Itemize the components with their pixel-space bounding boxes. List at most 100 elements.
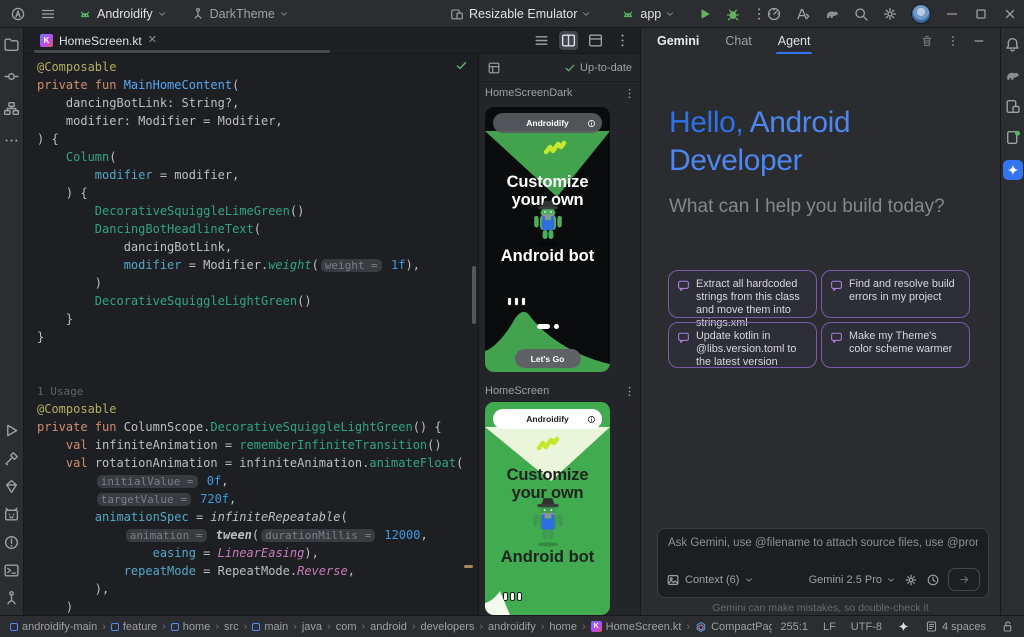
- more-horiz-icon[interactable]: [3, 132, 20, 149]
- logcat-icon[interactable]: [3, 506, 20, 523]
- line-separator-widget[interactable]: LF: [823, 621, 836, 633]
- project-selector[interactable]: Androidify: [74, 5, 171, 23]
- build-icon[interactable]: [3, 450, 20, 467]
- editor-menu-icon[interactable]: [613, 31, 632, 50]
- code-line: animation = tween(durationMillis = 12000…: [37, 526, 464, 544]
- context-chip[interactable]: Context (6): [666, 573, 754, 587]
- hide-panel-icon[interactable]: [972, 34, 986, 48]
- terminal-icon[interactable]: [3, 562, 20, 579]
- user-avatar[interactable]: [911, 4, 931, 24]
- breadcrumb-item[interactable]: src: [224, 621, 239, 633]
- breadcrumb-item[interactable]: main: [252, 621, 288, 633]
- breadcrumb-item[interactable]: com: [336, 621, 357, 633]
- code-line: @Composable: [37, 400, 464, 418]
- gemini-spark-icon[interactable]: [1003, 160, 1023, 180]
- device-selector[interactable]: Resizable Emulator: [446, 5, 595, 23]
- git-branch-icon: [191, 7, 205, 21]
- compose-preview-panel: Up-to-date HomeScreenDark Androidify Cus…: [478, 54, 640, 615]
- model-selector[interactable]: Gemini 2.5 Pro: [809, 574, 896, 586]
- info-icon: [587, 119, 596, 128]
- suggestion-card[interactable]: Update kotlin in @libs.version.toml to t…: [668, 322, 817, 368]
- squiggle-graphic: [535, 432, 561, 454]
- gemini-status-icon[interactable]: [897, 620, 910, 633]
- search-icon[interactable]: [853, 6, 869, 22]
- main-menu-icon[interactable]: [40, 6, 56, 22]
- window-maximize-button[interactable]: [973, 6, 989, 22]
- preview-phone-dark: Androidify Customize your own: [485, 107, 610, 372]
- inspections-ok-icon[interactable]: [455, 59, 468, 72]
- panel-menu-icon[interactable]: [946, 34, 960, 48]
- suggestion-grid: Extract all hardcoded strings from this …: [668, 270, 970, 368]
- preview-item-menu-icon[interactable]: [623, 385, 636, 398]
- debug-button[interactable]: [725, 6, 741, 22]
- device-manager-icon[interactable]: [1004, 98, 1021, 115]
- design-view-icon[interactable]: [586, 31, 605, 50]
- code-line: ) {: [37, 130, 464, 148]
- suggestion-card[interactable]: Make my Theme's color scheme warmer: [821, 322, 970, 368]
- breadcrumb-separator: ›: [244, 621, 248, 633]
- preview-item-header: HomeScreen: [485, 382, 636, 400]
- breadcrumb-item[interactable]: android: [370, 621, 407, 633]
- indent-widget[interactable]: 4 spaces: [925, 620, 986, 633]
- breadcrumb-item[interactable]: java: [302, 621, 322, 633]
- run-icon[interactable]: [3, 422, 20, 439]
- profiler-icon[interactable]: [766, 6, 782, 22]
- tab-chat[interactable]: Chat: [725, 28, 751, 54]
- run-config-selector[interactable]: app: [617, 5, 679, 23]
- more-actions-icon[interactable]: [751, 6, 767, 22]
- breadcrumb-item[interactable]: androidify-main: [10, 621, 97, 633]
- encoding-widget[interactable]: UTF-8: [851, 621, 882, 633]
- problems-icon[interactable]: [3, 534, 20, 551]
- project-icon[interactable]: [3, 36, 20, 53]
- left-sidebar-top: [3, 36, 20, 149]
- breadcrumb-item[interactable]: developers: [421, 621, 475, 633]
- preview-item-label[interactable]: HomeScreenDark: [485, 87, 572, 99]
- run-button[interactable]: [697, 6, 713, 22]
- window-minimize-button[interactable]: [944, 6, 960, 22]
- preview-status-label: Up-to-date: [580, 62, 632, 74]
- gradle-icon[interactable]: [1004, 67, 1021, 84]
- lock-icon[interactable]: [1001, 620, 1014, 633]
- gemini-prompt-input[interactable]: [658, 529, 988, 557]
- gemini-input-box[interactable]: Context (6) Gemini 2.5 Pro: [657, 528, 989, 598]
- code-line: [37, 364, 464, 382]
- editor-scrollbar[interactable]: [472, 266, 476, 324]
- apply-changes-icon[interactable]: [795, 6, 811, 22]
- breadcrumb-item[interactable]: androidify: [488, 621, 536, 633]
- split-view-icon[interactable]: [559, 31, 578, 50]
- code-editor[interactable]: @Composableprivate fun MainHomeContent( …: [24, 54, 478, 615]
- breadcrumb-item[interactable]: home: [171, 621, 211, 633]
- breadcrumb-item[interactable]: KHomeScreen.kt: [591, 621, 682, 633]
- running-devices-icon[interactable]: [1004, 129, 1021, 146]
- clear-chat-icon[interactable]: [920, 34, 934, 48]
- send-button[interactable]: [948, 568, 980, 591]
- gradle-sync-icon[interactable]: [824, 6, 840, 22]
- suggestion-card[interactable]: Find and resolve build errors in my proj…: [821, 270, 970, 318]
- tab-scrollbar[interactable]: [34, 50, 330, 53]
- code-area[interactable]: @Composableprivate fun MainHomeContent( …: [37, 58, 464, 615]
- branch-selector[interactable]: DarkTheme: [187, 5, 293, 23]
- preview-item-menu-icon[interactable]: [623, 87, 636, 100]
- suggestion-card[interactable]: Extract all hardcoded strings from this …: [668, 270, 817, 318]
- settings-gear-icon[interactable]: [882, 6, 898, 22]
- tab-agent[interactable]: Agent: [778, 28, 811, 54]
- window-close-button[interactable]: [1002, 6, 1018, 22]
- insights-icon[interactable]: [3, 478, 20, 495]
- history-icon[interactable]: [926, 573, 940, 587]
- code-line: ): [37, 598, 464, 615]
- breadcrumb-item[interactable]: CompactPager: [695, 621, 772, 633]
- preview-toolbar: Up-to-date: [479, 54, 640, 82]
- commit-icon[interactable]: [3, 68, 20, 85]
- structure-icon[interactable]: [3, 100, 20, 117]
- gemini-settings-icon[interactable]: [904, 573, 918, 587]
- breadcrumb-item[interactable]: home: [549, 621, 577, 633]
- vcs-icon[interactable]: [3, 590, 20, 607]
- caret-position-widget[interactable]: 255:1: [780, 621, 808, 633]
- preview-layout-icon[interactable]: [487, 61, 501, 75]
- breadcrumb-item[interactable]: feature: [111, 621, 157, 633]
- android-bot-graphic: [528, 199, 568, 247]
- notifications-icon[interactable]: [1004, 36, 1021, 53]
- preview-item-label[interactable]: HomeScreen: [485, 385, 549, 397]
- tab-close-icon[interactable]: ✕: [148, 35, 157, 46]
- code-view-icon[interactable]: [532, 31, 551, 50]
